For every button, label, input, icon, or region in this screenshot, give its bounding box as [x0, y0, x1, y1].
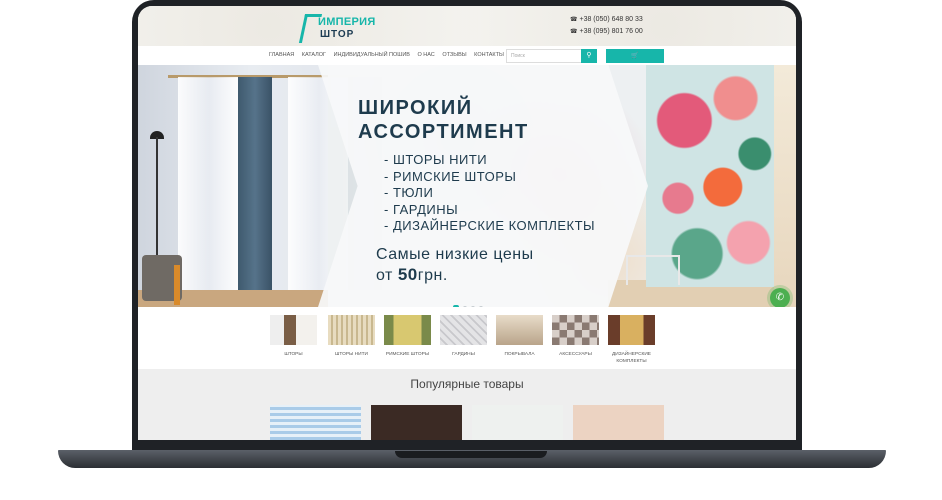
category-label: АКСЕССУАРЫ: [559, 352, 592, 357]
website-screen: ИМПЕРИЯ ШТОР ☎ +38 (050) 648 80 33 ☎ +38 (…: [138, 6, 796, 440]
category-label: РИМСКИЕ ШТОРЫ: [385, 352, 430, 357]
hero-price: Самые низкие цены от 50грн.: [376, 245, 534, 286]
main-nav: ГЛАВНАЯ КАТАЛОГ ИНДИВИДУАЛЬНЫЙ ПОШИВ О Н…: [138, 46, 796, 66]
phone-icon: ✆: [775, 292, 785, 303]
nav-item-custom-sewing[interactable]: ИНДИВИДУАЛЬНЫЙ ПОШИВ: [334, 52, 410, 58]
category-strip: ШТОРЫ ШТОРЫ НИТИ РИМСКИЕ ШТОРЫ ГАРДИНЫ П…: [270, 315, 664, 373]
search-input[interactable]: Поиск: [506, 49, 583, 63]
phone-icon: ☎: [570, 17, 578, 23]
hero-title-line2: АССОРТИМЕНТ: [358, 121, 529, 143]
chair-leg: [174, 265, 180, 305]
glass-table: [626, 255, 680, 285]
hero-slider[interactable]: ШИРОКИЙ АССОРТИМЕНТ - ШТОРЫ НИТИ - РИМСК…: [138, 65, 796, 307]
category-roman-blinds[interactable]: РИМСКИЕ ШТОРЫ: [384, 315, 431, 358]
site-logo[interactable]: ИМПЕРИЯ ШТОР: [298, 12, 380, 43]
nav-item-catalog[interactable]: КАТАЛОГ: [302, 52, 326, 58]
hero-list-item: - ДИЗАЙНЕРСКИЕ КОМПЛЕКТЫ: [384, 218, 596, 233]
hero-list-item: - РИМСКИЕ ШТОРЫ: [384, 168, 517, 184]
category-curtains[interactable]: ШТОРЫ: [270, 315, 317, 358]
search-placeholder: Поиск: [511, 53, 525, 59]
slider-dot[interactable]: [463, 306, 467, 307]
call-button[interactable]: ✆: [770, 288, 790, 307]
slider-dot[interactable]: [471, 306, 475, 307]
nav-item-contacts[interactable]: КОНТАКТЫ: [474, 52, 504, 58]
header-pattern: [138, 6, 796, 46]
slider-dot[interactable]: [479, 306, 483, 307]
price-value: 50: [397, 265, 418, 284]
product-card[interactable]: [371, 405, 462, 440]
category-thumb: [384, 315, 431, 345]
hero-title: ШИРОКИЙ АССОРТИМЕНТ: [358, 96, 529, 144]
slider-dot[interactable]: [453, 305, 459, 307]
site-header: ИМПЕРИЯ ШТОР ☎ +38 (050) 648 80 33 ☎ +38 (…: [138, 6, 796, 46]
category-thumb: [608, 315, 655, 345]
category-label: ШТОРЫ НИТИ: [335, 352, 368, 357]
category-thumb: [440, 315, 487, 345]
cart-icon: 🛒: [631, 53, 639, 59]
laptop-notch: [395, 451, 547, 458]
price-suffix: грн.: [417, 267, 448, 284]
room-wall: [774, 65, 796, 307]
phone-numbers: ☎ +38 (050) 648 80 33 ☎ +38 (095) 801 76 0…: [570, 14, 643, 38]
logo-line2: ШТОР: [320, 29, 355, 40]
category-label: ПОКРЫВАЛА: [504, 352, 535, 357]
category-label: ГАРДИНЫ: [452, 352, 475, 357]
popular-products: Популярные товары: [138, 369, 796, 440]
category-thumb: [552, 315, 599, 345]
nav-item-reviews[interactable]: ОТЗЫВЫ: [442, 52, 466, 58]
search-icon: ⚲: [586, 52, 592, 59]
nav-item-home[interactable]: ГЛАВНАЯ: [269, 52, 294, 58]
hero-title-line1: ШИРОКИЙ: [358, 97, 473, 119]
category-thumb: [496, 315, 543, 345]
sheer-curtain: [178, 77, 240, 307]
category-label: ДИЗАЙНЕРСКИЕ КОМПЛЕКТЫ: [612, 352, 651, 364]
category-drapes[interactable]: ГАРДИНЫ: [440, 315, 487, 358]
slider-dots: [453, 297, 487, 307]
price-prefix: от: [376, 267, 398, 284]
blue-curtain: [238, 77, 272, 307]
hero-price-line2: от 50грн.: [376, 265, 534, 286]
nav-links: ГЛАВНАЯ КАТАЛОГ ИНДИВИДУАЛЬНЫЙ ПОШИВ О Н…: [269, 52, 510, 58]
category-bedspreads[interactable]: ПОКРЫВАЛА: [496, 315, 543, 358]
cart-button[interactable]: 🛒: [606, 49, 664, 63]
hero-price-line1: Самые низкие цены: [376, 246, 534, 263]
hero-image-floral: [646, 65, 774, 287]
phone-2[interactable]: ☎ +38 (095) 801 76 00: [570, 26, 643, 38]
category-label: ШТОРЫ: [284, 352, 303, 357]
category-designer-sets[interactable]: ДИЗАЙНЕРСКИЕ КОМПЛЕКТЫ: [608, 315, 655, 365]
category-thread-curtains[interactable]: ШТОРЫ НИТИ: [328, 315, 375, 358]
product-card[interactable]: [270, 405, 361, 440]
product-card[interactable]: [472, 405, 563, 440]
product-card[interactable]: [573, 405, 664, 440]
hero-list-item: - ГАРДИНЫ: [384, 201, 459, 217]
hero-list-item: - ТЮЛИ: [384, 185, 434, 200]
hero-list: - ШТОРЫ НИТИ - РИМСКИЕ ШТОРЫ - ТЮЛИ - ГА…: [384, 152, 595, 235]
nav-item-about[interactable]: О НАС: [417, 52, 434, 58]
phone-1[interactable]: ☎ +38 (050) 648 80 33: [570, 14, 643, 26]
category-thumb: [270, 315, 317, 345]
logo-line1: ИМПЕРИЯ: [318, 16, 376, 28]
popular-title: Популярные товары: [410, 377, 524, 391]
category-accessories[interactable]: АКСЕССУАРЫ: [552, 315, 599, 358]
search-button[interactable]: ⚲: [581, 49, 597, 63]
hero-list-item: - ШТОРЫ НИТИ: [384, 152, 488, 167]
phone-icon: ☎: [570, 29, 578, 35]
category-thumb: [328, 315, 375, 345]
